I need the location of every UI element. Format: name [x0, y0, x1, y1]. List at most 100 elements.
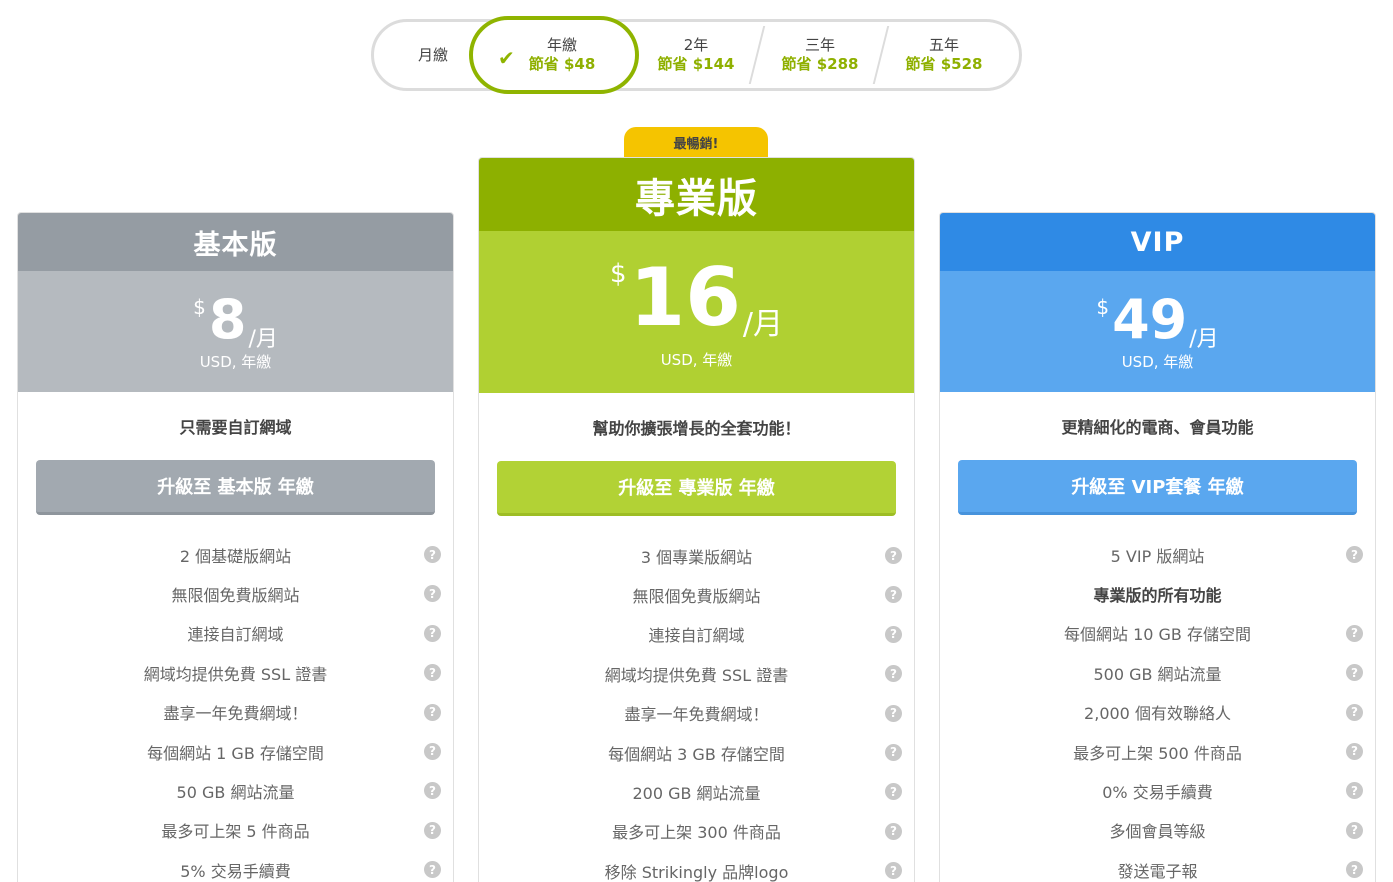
help-icon[interactable]: ?: [424, 585, 441, 603]
help-icon[interactable]: ?: [885, 704, 902, 722]
billing-option-2-years[interactable]: 2年 節省 $144: [636, 22, 756, 88]
feature-item: 網域均提供免費 SSL 證書?: [479, 654, 914, 693]
help-icon[interactable]: ?: [885, 862, 902, 880]
help-icon[interactable]: ?: [424, 742, 441, 760]
plan-tagline: 只需要自訂網域: [179, 418, 292, 437]
help-icon[interactable]: ?: [885, 547, 902, 564]
price-note: USD, 年繳: [660, 351, 733, 369]
feature-item: 連接自訂網域?: [479, 615, 914, 654]
currency-symbol: $: [193, 295, 206, 319]
feature-label: 500 GB 網站流量: [1093, 664, 1222, 684]
feature-label: 每個網站 3 GB 存儲空間: [608, 744, 785, 764]
plan-card-pro: 專業版 $ 16 /月 USD, 年繳 幫助你擴張增長的全套功能！ 升級至 專業…: [478, 157, 915, 882]
feature-list: 2 個基礎版網站? 無限個免費版網站? 連接自訂網域? 網域均提供免費 SSL …: [18, 535, 453, 882]
help-icon[interactable]: ?: [424, 821, 441, 839]
help-icon[interactable]: ?: [1346, 664, 1363, 682]
upgrade-pro-button[interactable]: 升級至 專業版 年繳: [497, 461, 896, 516]
help-icon[interactable]: ?: [1346, 861, 1363, 879]
help-icon[interactable]: ?: [885, 822, 902, 840]
feature-item: 最多可上架 500 件商品?: [940, 732, 1375, 771]
feature-label: 多個會員等級: [1109, 822, 1206, 842]
plan-name: VIP: [940, 213, 1375, 271]
feature-label: 網域均提供免費 SSL 證書: [604, 665, 789, 685]
feature-item: 5 VIP 版網站?: [940, 535, 1375, 574]
check-icon: ✔: [498, 46, 515, 70]
help-icon[interactable]: ?: [424, 703, 441, 721]
feature-item: 200 GB 網站流量?: [479, 772, 914, 811]
feature-label: 50 GB 網站流量: [176, 783, 295, 803]
feature-label: 最多可上架 500 件商品: [1073, 743, 1242, 763]
help-icon[interactable]: ?: [424, 624, 441, 642]
feature-label: 最多可上架 5 件商品: [161, 822, 310, 842]
help-icon[interactable]: ?: [424, 546, 441, 563]
feature-item: 0% 交易手續費?: [940, 771, 1375, 810]
feature-label: 移除 Strikingly 品牌logo: [604, 862, 789, 882]
help-icon[interactable]: ?: [885, 743, 902, 761]
feature-item: 最多可上架 5 件商品?: [18, 811, 453, 850]
feature-label: 盡享一年免費網域！: [624, 705, 769, 725]
billing-option-label: 年繳: [546, 36, 577, 54]
billing-option-savings: 節省 $48: [528, 55, 596, 73]
feature-label: 3 個專業版網站: [640, 547, 753, 567]
plan-card-vip: VIP $ 49 /月 USD, 年繳 更精細化的電商、會員功能 升級至 VIP…: [939, 212, 1376, 882]
feature-item: 無限個免費版網站?: [479, 575, 914, 614]
help-icon[interactable]: ?: [424, 861, 441, 879]
currency-symbol: $: [610, 259, 627, 289]
currency-symbol: $: [1096, 295, 1110, 319]
help-icon[interactable]: ?: [1346, 703, 1363, 721]
billing-option-label: 月繳: [417, 45, 448, 64]
feature-item: 3 個專業版網站?: [479, 536, 914, 575]
help-icon[interactable]: ?: [885, 665, 902, 683]
plan-card-basic: 基本版 $ 8 /月 USD, 年繳 只需要自訂網域 升級至 基本版 年繳 2 …: [17, 212, 454, 882]
billing-option-5-years[interactable]: 五年 節省 $528: [884, 22, 1004, 88]
feature-label: 0% 交易手續費: [1102, 783, 1213, 803]
billing-option-monthly[interactable]: 月繳: [388, 22, 478, 88]
feature-item: 連接自訂網域?: [18, 614, 453, 653]
feature-label: 網域均提供免費 SSL 證書: [143, 664, 328, 684]
feature-item: 移除 Strikingly 品牌logo?: [479, 851, 914, 882]
feature-item: 專業版的所有功能: [940, 574, 1375, 613]
price-period: /月: [1189, 327, 1219, 352]
feature-label: 5 VIP 版網站: [1110, 546, 1205, 566]
feature-label: 發送電子報: [1117, 861, 1198, 881]
plan-price-panel: $ 16 /月 USD, 年繳: [479, 231, 914, 393]
plan-name: 基本版: [18, 213, 453, 271]
help-icon[interactable]: ?: [1346, 821, 1363, 839]
feature-label: 2 個基礎版網站: [179, 546, 292, 566]
feature-item: 盡享一年免費網域！?: [479, 694, 914, 733]
feature-label: 每個網站 10 GB 存儲空間: [1064, 625, 1251, 645]
feature-label: 5% 交易手續費: [180, 861, 291, 881]
billing-option-label: 三年: [804, 36, 835, 54]
feature-label: 盡享一年免費網域！: [163, 704, 308, 724]
help-icon[interactable]: ?: [1346, 546, 1363, 563]
help-icon[interactable]: ?: [1346, 742, 1363, 760]
help-icon[interactable]: ?: [885, 586, 902, 604]
feature-label: 2,000 個有效聯絡人: [1084, 704, 1231, 724]
help-icon[interactable]: ?: [1346, 624, 1363, 642]
plan-price-panel: $ 49 /月 USD, 年繳: [940, 271, 1375, 392]
feature-label: 專業版的所有功能: [1093, 586, 1222, 606]
help-icon[interactable]: ?: [424, 664, 441, 682]
plan-name: 專業版: [479, 158, 914, 231]
upgrade-vip-button[interactable]: 升級至 VIP套餐 年繳: [958, 460, 1357, 515]
plan-tagline: 更精細化的電商、會員功能: [1061, 418, 1254, 437]
feature-label: 無限個免費版網站: [632, 587, 761, 607]
help-icon[interactable]: ?: [885, 783, 902, 801]
billing-period-switcher: 月繳 ✔ 年繳 節省 $48 2年 節省 $144 三年 節省 $288 五年 …: [371, 16, 1022, 94]
billing-option-yearly[interactable]: ✔ 年繳 節省 $48: [469, 16, 639, 94]
feature-label: 200 GB 網站流量: [632, 784, 761, 804]
plan-price: 8: [208, 288, 247, 351]
billing-option-savings: 節省 $288: [781, 55, 859, 73]
price-period: /月: [742, 307, 783, 342]
feature-label: 連接自訂網域: [648, 626, 745, 646]
feature-item: 盡享一年免費網域！?: [18, 693, 453, 732]
feature-list: 3 個專業版網站? 無限個免費版網站? 連接自訂網域? 網域均提供免費 SSL …: [479, 536, 914, 882]
help-icon[interactable]: ?: [424, 782, 441, 800]
upgrade-basic-button[interactable]: 升級至 基本版 年繳: [36, 460, 435, 515]
help-icon[interactable]: ?: [1346, 782, 1363, 800]
billing-option-3-years[interactable]: 三年 節省 $288: [760, 22, 880, 88]
feature-list: 5 VIP 版網站? 專業版的所有功能 每個網站 10 GB 存儲空間? 500…: [940, 535, 1375, 882]
billing-option-label: 五年: [928, 36, 959, 54]
plan-price-panel: $ 8 /月 USD, 年繳: [18, 271, 453, 392]
help-icon[interactable]: ?: [885, 625, 902, 643]
